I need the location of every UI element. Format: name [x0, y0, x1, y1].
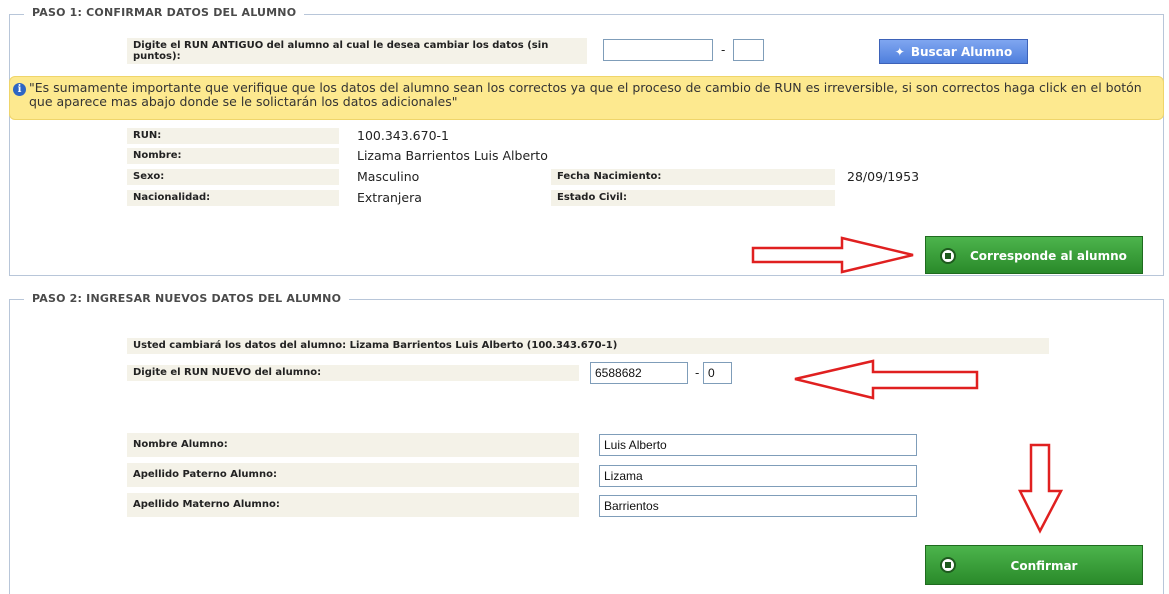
- apellido-materno-input[interactable]: [599, 495, 917, 517]
- sexo-label: Sexo:: [127, 169, 339, 185]
- annotation-arrow-down: [1017, 443, 1064, 534]
- apellido-paterno-input[interactable]: [599, 465, 917, 487]
- nombre-label: Nombre:: [127, 148, 339, 164]
- run-label: RUN:: [127, 128, 339, 144]
- old-run-label: Digite el RUN ANTIGUO del alumno al cual…: [127, 38, 587, 64]
- confirmar-button[interactable]: Confirmar: [925, 545, 1143, 585]
- nombre-value: Lizama Barrientos Luis Alberto: [357, 148, 548, 163]
- search-student-button[interactable]: ✦ Buscar Alumno: [879, 39, 1028, 64]
- warning-text: "Es sumamente importante que verifique q…: [29, 80, 1142, 109]
- save-icon: [940, 248, 956, 264]
- change-notice: Usted cambiará los datos del alumno: Liz…: [127, 338, 1049, 354]
- nacionalidad-value: Extranjera: [357, 190, 422, 205]
- new-run-label: Digite el RUN NUEVO del alumno:: [127, 365, 579, 381]
- dash-separator: -: [695, 366, 700, 380]
- old-dv-input[interactable]: [733, 39, 764, 61]
- sexo-value: Masculino: [357, 169, 420, 184]
- step2-legend: PASO 2: INGRESAR NUEVOS DATOS DEL ALUMNO: [24, 292, 350, 305]
- info-icon: i: [13, 83, 26, 96]
- apellido-materno-label: Apellido Materno Alumno:: [127, 493, 579, 517]
- annotation-arrow-right: [751, 236, 914, 274]
- step1-legend: PASO 1: CONFIRMAR DATOS DEL ALUMNO: [24, 6, 305, 19]
- old-run-input[interactable]: [603, 39, 713, 61]
- confirmar-label: Confirmar: [1010, 559, 1078, 573]
- run-value: 100.343.670-1: [357, 128, 449, 143]
- search-student-label: Buscar Alumno: [910, 44, 1013, 59]
- new-run-input[interactable]: [590, 362, 688, 384]
- new-dv-input[interactable]: [703, 362, 732, 384]
- estado-civil-label: Estado Civil:: [551, 190, 835, 206]
- nombre-alumno-input[interactable]: [599, 434, 917, 456]
- nombre-alumno-label: Nombre Alumno:: [127, 433, 579, 457]
- fecha-label: Fecha Nacimiento:: [551, 169, 835, 185]
- fecha-value: 28/09/1953: [847, 169, 920, 184]
- wand-icon: ✦: [894, 44, 905, 59]
- nacionalidad-label: Nacionalidad:: [127, 190, 339, 206]
- corresponde-alumno-button[interactable]: Corresponde al alumno: [925, 236, 1143, 274]
- corresponde-alumno-label: Corresponde al alumno: [970, 249, 1127, 263]
- apellido-paterno-label: Apellido Paterno Alumno:: [127, 463, 579, 487]
- annotation-arrow-left: [794, 359, 979, 400]
- dash-separator: -: [721, 43, 726, 57]
